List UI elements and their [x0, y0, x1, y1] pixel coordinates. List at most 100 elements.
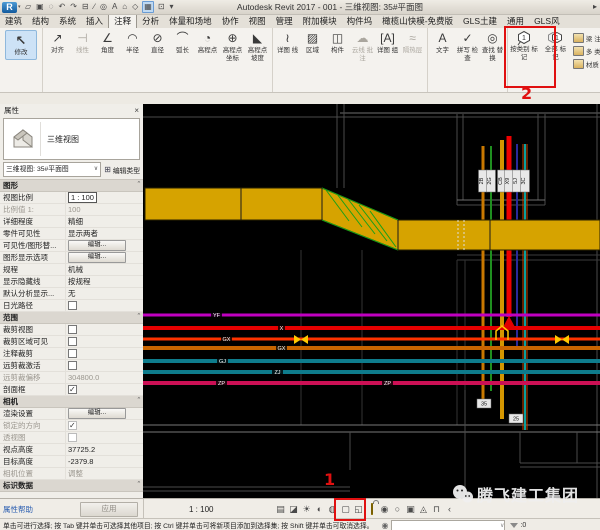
prop-value-cell[interactable]: [65, 336, 143, 347]
properties-header[interactable]: 属性 ×: [0, 104, 143, 117]
text-icon[interactable]: A: [111, 2, 118, 12]
tab-1[interactable]: 结构: [27, 15, 54, 28]
edit-type-button[interactable]: ⊞ 编辑类型: [101, 165, 140, 175]
properties-help-link[interactable]: 属性帮助: [3, 504, 33, 515]
duct[interactable]: [145, 188, 600, 250]
prop-value-cell[interactable]: [65, 384, 143, 395]
shadows-icon[interactable]: ◐: [313, 500, 326, 518]
view-scale-button[interactable]: 1 : 100: [189, 505, 249, 514]
sync-icon[interactable]: ◌: [48, 2, 55, 12]
dimension-6-button[interactable]: ◔高程点: [195, 29, 220, 55]
worksets-icon[interactable]: ◉: [381, 521, 388, 530]
show-analytical-model-icon[interactable]: ◬: [417, 500, 430, 518]
prop-value-cell[interactable]: 编辑...: [65, 408, 143, 419]
filter-icon[interactable]: [510, 523, 518, 528]
prop-edit-button[interactable]: 编辑...: [68, 240, 126, 251]
lock-3d-view-icon[interactable]: [365, 500, 378, 518]
visual-style-icon[interactable]: ◪: [287, 500, 300, 518]
dimension-1-button[interactable]: ⊣线性: [70, 29, 95, 55]
prop-value-cell[interactable]: 编辑...: [65, 240, 143, 251]
text-2-button[interactable]: ◎查找 替换: [480, 29, 505, 62]
tab-6[interactable]: 体量和场地: [164, 15, 217, 28]
prop-value-cell[interactable]: [65, 420, 143, 431]
apply-button[interactable]: 应用: [80, 502, 138, 517]
prop-value-cell[interactable]: 编辑...: [65, 252, 143, 263]
prop-value-cell[interactable]: -2379.8: [65, 456, 143, 467]
titlebar-expand-icon[interactable]: ▸: [593, 2, 597, 11]
prop-checkbox[interactable]: [68, 385, 77, 394]
open-icon[interactable]: ▱: [24, 2, 32, 12]
tag-icon[interactable]: ◎: [99, 2, 108, 12]
prop-section-18[interactable]: 相机ˆ: [0, 396, 143, 408]
dimension-2-button[interactable]: ∠角度: [95, 29, 120, 55]
dimension-8-button[interactable]: ◣高程点 坡度: [245, 29, 270, 62]
tab-7[interactable]: 协作: [217, 15, 244, 28]
prop-value-cell[interactable]: 显示两者: [65, 228, 143, 239]
prop-value-cell[interactable]: [65, 324, 143, 335]
prop-section-0[interactable]: 图形ˆ: [0, 180, 143, 192]
prop-edit-button[interactable]: 编辑...: [68, 252, 126, 263]
prop-value-cell[interactable]: 1 : 100: [65, 192, 143, 203]
tag-side-1-button[interactable]: 多 类别: [573, 44, 600, 57]
drawing-viewport[interactable]: 2B2GCBX95J3CYFXGXGXGJZJZPZP3525: [143, 104, 600, 498]
prop-value-cell[interactable]: 304800.0: [65, 372, 143, 383]
dimension-0-button[interactable]: ↗对齐: [45, 29, 70, 55]
tab-5[interactable]: 分析: [137, 15, 164, 28]
tab-12[interactable]: 橄榄山快模-免费版: [377, 15, 458, 28]
modify-button[interactable]: ↖ 修改: [5, 30, 37, 60]
prop-value-cell[interactable]: 机械: [65, 264, 143, 275]
thin-lines-icon[interactable]: ▤: [274, 500, 287, 518]
prop-value-cell[interactable]: 调整: [65, 468, 143, 479]
show-constraints-icon[interactable]: ⊓: [430, 500, 443, 518]
prop-value-cell[interactable]: 100: [65, 204, 143, 215]
detail-1-button[interactable]: ▨区域: [300, 29, 325, 55]
tab-11[interactable]: 构件坞: [342, 15, 378, 28]
aligned-dimension-icon[interactable]: ∕: [93, 2, 96, 12]
save-icon[interactable]: ▣: [35, 2, 45, 12]
collapse-icon[interactable]: ˆ: [138, 396, 140, 407]
prop-checkbox[interactable]: [68, 325, 77, 334]
prop-section-25[interactable]: 标识数据ˆ: [0, 480, 143, 492]
prop-section-11[interactable]: 范围ˆ: [0, 312, 143, 324]
prop-checkbox[interactable]: [68, 433, 77, 442]
app-menu-button[interactable]: R: [2, 2, 17, 13]
tab-0[interactable]: 建筑: [0, 15, 27, 28]
temporary-view-properties-icon[interactable]: ▣: [404, 500, 417, 518]
type-selector[interactable]: 三维视图: [3, 118, 140, 160]
detail-4-button[interactable]: [A]详图 组: [375, 29, 400, 55]
tab-3[interactable]: 插入: [81, 15, 108, 28]
text-0-button[interactable]: A文字: [430, 29, 455, 55]
tab-8[interactable]: 视图: [244, 15, 271, 28]
tab-13[interactable]: GLS土建: [458, 15, 502, 28]
prop-checkbox[interactable]: [68, 421, 77, 430]
redo-icon[interactable]: ↷: [69, 2, 78, 12]
dimension-7-button[interactable]: ⊕高程点 坐标: [220, 29, 245, 62]
text-1-button[interactable]: ✓拼写 检查: [455, 29, 480, 62]
reveal-hidden-elements-icon[interactable]: ○: [391, 500, 404, 518]
sun-path-icon[interactable]: ☀: [300, 500, 313, 518]
prop-checkbox[interactable]: [68, 337, 77, 346]
prop-checkbox[interactable]: [68, 301, 77, 310]
prop-value-cell[interactable]: 37725.2: [65, 444, 143, 455]
prop-checkbox[interactable]: [68, 361, 77, 370]
prop-value-cell[interactable]: [65, 348, 143, 359]
prop-value-cell[interactable]: 无: [65, 288, 143, 299]
collapse-icon[interactable]: ˆ: [138, 180, 140, 191]
measure-icon[interactable]: ⊟: [81, 2, 90, 12]
collapse-icon[interactable]: ˆ: [138, 312, 140, 323]
tab-4[interactable]: 注释: [108, 14, 137, 28]
detail-2-button[interactable]: ◫构件: [325, 29, 350, 55]
tab-9[interactable]: 管理: [271, 15, 298, 28]
detail-0-button[interactable]: ≀详图 线: [275, 29, 300, 55]
tag-side-0-button[interactable]: 梁 注释: [573, 31, 600, 44]
dimension-5-button[interactable]: ⌒弧长: [170, 29, 195, 55]
prop-edit-button[interactable]: 编辑...: [68, 408, 126, 419]
dimension-3-button[interactable]: ◠半径: [120, 29, 145, 55]
detail-5-button[interactable]: ≈隔热层: [400, 29, 425, 55]
prop-checkbox[interactable]: [68, 349, 77, 358]
prop-value-cell[interactable]: [65, 360, 143, 371]
detail-3-button[interactable]: ☁云线 批注: [350, 29, 375, 62]
properties-close-icon[interactable]: ×: [134, 106, 139, 115]
temporary-hide-isolate-icon[interactable]: ◉: [378, 500, 391, 518]
dimension-4-button[interactable]: ⊘直径: [145, 29, 170, 55]
